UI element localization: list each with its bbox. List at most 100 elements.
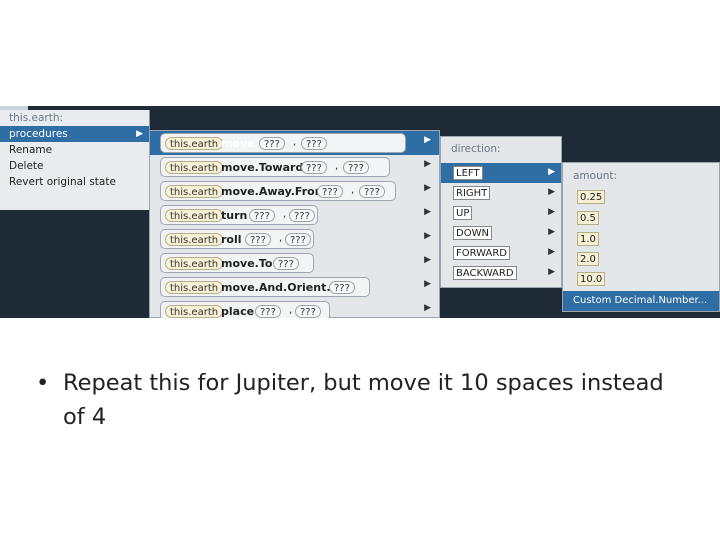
- separator: ,: [351, 185, 355, 196]
- amount-submenu: amount: 0.25 0.5 1.0 2.0 10.0 Custom Dec…: [562, 162, 720, 312]
- submenu-arrow-icon: ▶: [136, 129, 143, 139]
- param-pill[interactable]: ???: [289, 209, 315, 222]
- param-pill[interactable]: ???: [245, 233, 271, 246]
- procedure-row-place[interactable]: this.earth place ??? , ??? ▶: [150, 299, 439, 318]
- procedures-submenu: this.earth move ??? , ??? ▶ this.earth m…: [149, 130, 440, 318]
- separator: ,: [335, 161, 339, 172]
- submenu-arrow-icon: ▶: [424, 279, 431, 289]
- object-context-menu: this.earth: procedures ▶ Rename Delete R…: [0, 110, 150, 210]
- direction-chip: BACKWARD: [453, 266, 517, 280]
- amount-item[interactable]: 0.25: [563, 187, 719, 207]
- procedure-row-move[interactable]: this.earth move ??? , ??? ▶: [150, 131, 439, 155]
- submenu-arrow-icon: ▶: [424, 135, 431, 145]
- procedure-row-move-and-orient-to[interactable]: this.earth move.And.Orient.To ??? ▶: [150, 275, 439, 299]
- procedure-row-roll[interactable]: this.earth roll ??? , ??? ▶: [150, 227, 439, 251]
- submenu-arrow-icon: ▶: [424, 255, 431, 265]
- separator: ,: [289, 305, 293, 316]
- direction-chip: FORWARD: [453, 246, 510, 260]
- param-pill[interactable]: ???: [301, 137, 327, 150]
- amount-chip: 1.0: [577, 232, 599, 246]
- procedure-row-move-away-from[interactable]: this.earth move.Away.From ??? , ??? ▶: [150, 179, 439, 203]
- param-pill[interactable]: ???: [317, 185, 343, 198]
- menu-item-delete[interactable]: Delete: [0, 158, 149, 174]
- procedure-tile: this.earth place ??? , ???: [160, 301, 330, 318]
- param-pill[interactable]: ???: [259, 137, 285, 150]
- submenu-arrow-icon: ▶: [548, 267, 555, 277]
- object-pill: this.earth: [165, 161, 224, 174]
- procedure-tile: this.earth move ??? , ???: [160, 133, 406, 153]
- direction-item-down[interactable]: DOWN ▶: [441, 223, 561, 243]
- amount-chip: 2.0: [577, 252, 599, 266]
- instruction-bullet: • Repeat this for Jupiter, but move it 1…: [36, 366, 676, 434]
- amount-chip: 0.25: [577, 190, 606, 204]
- object-pill: this.earth: [165, 209, 224, 222]
- procedure-row-move-toward[interactable]: this.earth move.Toward ??? , ??? ▶: [150, 155, 439, 179]
- amount-item[interactable]: 0.5: [563, 208, 719, 228]
- param-pill[interactable]: ???: [359, 185, 385, 198]
- object-pill: this.earth: [165, 233, 224, 246]
- submenu-arrow-icon: ▶: [424, 159, 431, 169]
- menu-item-label: procedures: [9, 128, 68, 140]
- param-pill[interactable]: ???: [273, 257, 299, 270]
- procedure-row-move-to[interactable]: this.earth move.To ??? ▶: [150, 251, 439, 275]
- object-pill: this.earth: [165, 185, 224, 198]
- procedure-name: turn: [221, 209, 248, 222]
- param-pill[interactable]: ???: [249, 209, 275, 222]
- procedure-name: move.Away.From: [221, 185, 327, 198]
- object-pill: this.earth: [165, 281, 224, 294]
- procedure-row-turn[interactable]: this.earth turn ??? , ??? ▶: [150, 203, 439, 227]
- amount-chip: 10.0: [577, 272, 606, 286]
- direction-item-forward[interactable]: FORWARD ▶: [441, 243, 561, 263]
- submenu-arrow-icon: ▶: [424, 183, 431, 193]
- direction-chip: DOWN: [453, 226, 492, 240]
- param-pill[interactable]: ???: [329, 281, 355, 294]
- param-pill[interactable]: ???: [285, 233, 311, 246]
- procedure-tile: this.earth turn ??? , ???: [160, 205, 318, 225]
- amount-menu-title: amount:: [573, 170, 618, 182]
- procedure-name: move.And.Orient.To: [221, 281, 345, 294]
- menu-item-rename[interactable]: Rename: [0, 142, 149, 158]
- procedure-name: move: [221, 137, 255, 150]
- custom-decimal-number-item[interactable]: Custom Decimal.Number...: [563, 291, 719, 311]
- amount-item[interactable]: 1.0: [563, 229, 719, 249]
- amount-item[interactable]: 2.0: [563, 249, 719, 269]
- submenu-arrow-icon: ▶: [548, 167, 555, 177]
- separator: ,: [293, 137, 297, 148]
- procedure-tile: this.earth move.To ???: [160, 253, 314, 273]
- direction-chip: RIGHT: [453, 186, 491, 200]
- procedure-tile: this.earth move.Away.From ??? , ???: [160, 181, 396, 201]
- direction-item-up[interactable]: UP ▶: [441, 203, 561, 223]
- menu-item-revert[interactable]: Revert original state: [0, 174, 149, 190]
- procedure-name: place: [221, 305, 255, 318]
- submenu-arrow-icon: ▶: [424, 207, 431, 217]
- object-pill: this.earth: [165, 305, 224, 318]
- direction-item-left[interactable]: LEFT ▶: [441, 163, 561, 183]
- submenu-arrow-icon: ▶: [548, 247, 555, 257]
- direction-chip: LEFT: [453, 166, 483, 180]
- object-pill: this.earth: [165, 137, 224, 150]
- direction-chip: UP: [453, 206, 473, 220]
- submenu-arrow-icon: ▶: [548, 227, 555, 237]
- submenu-arrow-icon: ▶: [424, 303, 431, 313]
- procedure-tile: this.earth move.And.Orient.To ???: [160, 277, 370, 297]
- procedure-name: roll: [221, 233, 242, 246]
- param-pill[interactable]: ???: [255, 305, 281, 318]
- param-pill[interactable]: ???: [295, 305, 321, 318]
- object-pill: this.earth: [165, 257, 224, 270]
- direction-menu-title: direction:: [451, 143, 501, 155]
- procedure-tile: this.earth move.Toward ??? , ???: [160, 157, 390, 177]
- direction-item-backward[interactable]: BACKWARD ▶: [441, 263, 561, 283]
- amount-item[interactable]: 10.0: [563, 269, 719, 289]
- submenu-arrow-icon: ▶: [424, 231, 431, 241]
- direction-item-right[interactable]: RIGHT ▶: [441, 183, 561, 203]
- param-pill[interactable]: ???: [343, 161, 369, 174]
- bullet-text: Repeat this for Jupiter, but move it 10 …: [63, 370, 664, 430]
- alice-screenshot: this.earth: procedures ▶ Rename Delete R…: [0, 106, 720, 318]
- bullet-symbol: •: [36, 370, 50, 396]
- menu-item-procedures[interactable]: procedures ▶: [0, 126, 149, 142]
- amount-chip: 0.5: [577, 211, 599, 225]
- procedure-tile: this.earth roll ??? , ???: [160, 229, 314, 249]
- param-pill[interactable]: ???: [301, 161, 327, 174]
- procedure-name: move.Toward: [221, 161, 304, 174]
- submenu-arrow-icon: ▶: [548, 187, 555, 197]
